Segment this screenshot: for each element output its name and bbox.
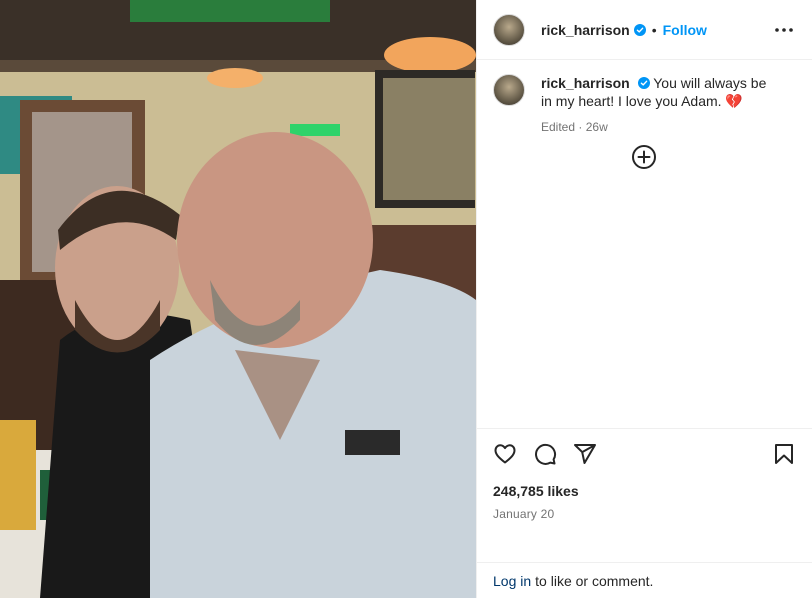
photo-illustration: [0, 0, 476, 598]
comment-icon[interactable]: [533, 442, 557, 466]
bookmark-icon[interactable]: [772, 442, 796, 466]
post-header: rick_harrison • Follow: [477, 0, 812, 60]
caption: rick_harrison You will always be in my h…: [493, 74, 796, 136]
plus-circle-icon[interactable]: [631, 144, 657, 170]
verified-badge-icon: [637, 77, 650, 89]
share-icon[interactable]: [573, 442, 597, 466]
post-sidebar: rick_harrison • Follow rick_harrison You…: [476, 0, 812, 598]
header-separator: •: [651, 21, 657, 38]
login-link[interactable]: Log in: [493, 573, 531, 589]
likes-count[interactable]: 248,785 likes: [493, 483, 796, 499]
heart-icon[interactable]: [493, 442, 517, 466]
caption-username[interactable]: rick_harrison: [541, 75, 630, 91]
meta-separator: ·: [578, 120, 583, 134]
more-options-icon[interactable]: [772, 18, 796, 42]
post-date[interactable]: January 20: [493, 507, 796, 521]
actions-section: 248,785 likes January 20: [477, 428, 812, 562]
caption-avatar[interactable]: [493, 74, 525, 106]
follow-button[interactable]: Follow: [663, 22, 707, 38]
username-link[interactable]: rick_harrison: [541, 22, 630, 38]
caption-body: rick_harrison You will always be in my h…: [541, 74, 781, 136]
avatar[interactable]: [493, 13, 525, 46]
verified-badge-icon: [633, 23, 646, 36]
action-bar: [493, 429, 796, 479]
comments-area: rick_harrison You will always be in my h…: [477, 60, 812, 428]
caption-meta: Edited · 26w: [541, 118, 781, 136]
login-prompt: Log in to like or comment.: [477, 562, 812, 598]
login-prompt-text: to like or comment.: [535, 572, 654, 589]
post-modal: rick_harrison • Follow rick_harrison You…: [0, 0, 812, 598]
edited-label: Edited: [541, 120, 576, 134]
post-photo[interactable]: [0, 0, 476, 598]
time-ago[interactable]: 26w: [586, 120, 608, 134]
